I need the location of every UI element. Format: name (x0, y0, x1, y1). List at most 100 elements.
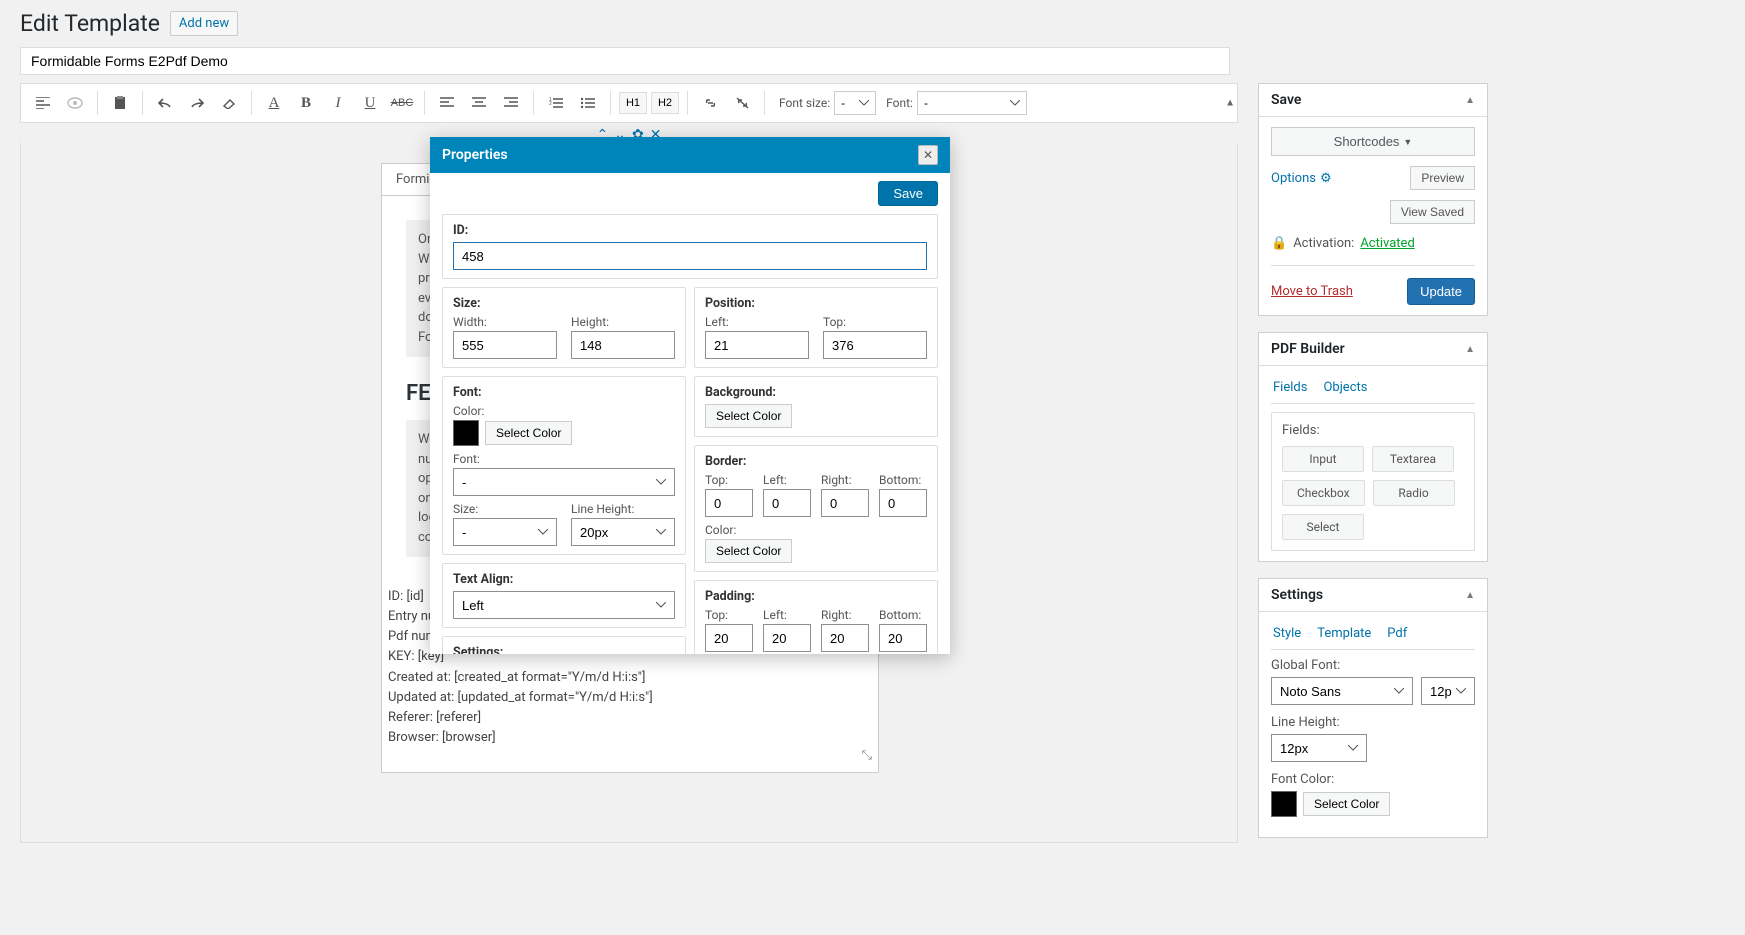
select-border-color-button[interactable]: Select Color (705, 539, 792, 563)
redo-icon[interactable] (183, 90, 211, 116)
underline-icon[interactable]: U (356, 90, 384, 116)
padding-right-input[interactable] (821, 624, 869, 652)
editor-toolbar: A B I U ABC 12 H1 H2 Font size: (20, 83, 1238, 123)
lock-icon: 🔒 (1271, 236, 1287, 251)
tab-objects[interactable]: Objects (1321, 376, 1369, 403)
settings-panel: Settings ▲ Style Template Pdf Global Fon… (1258, 578, 1488, 838)
line-height-label: Line Height: (1271, 715, 1475, 730)
height-input[interactable] (571, 331, 675, 359)
settings-group-label: Settings: (453, 645, 675, 654)
padding-left-input[interactable] (763, 624, 811, 652)
activation-label: Activation: (1293, 236, 1354, 251)
border-right-input[interactable] (821, 489, 869, 517)
global-font-size-select[interactable]: 12px (1421, 677, 1475, 705)
position-label: Position: (705, 296, 927, 311)
text-align-select[interactable]: Left (453, 591, 675, 619)
modal-save-button[interactable]: Save (878, 181, 938, 206)
select-font-color-button[interactable]: Select Color (485, 421, 572, 445)
text-align-label: Text Align: (453, 572, 675, 587)
font-color-swatch[interactable] (1271, 791, 1297, 817)
modal-title: Properties (442, 147, 508, 163)
padding-label: Padding: (705, 589, 927, 604)
ordered-list-icon[interactable]: 12 (542, 90, 570, 116)
width-input[interactable] (453, 331, 557, 359)
top-input[interactable] (823, 331, 927, 359)
panel-toggle-icon[interactable]: ▲ (1465, 590, 1475, 601)
modal-close-button[interactable]: ✕ (918, 145, 938, 165)
id-label: ID: (453, 223, 927, 238)
view-saved-button[interactable]: View Saved (1390, 200, 1475, 224)
border-bottom-input[interactable] (879, 489, 927, 517)
unordered-list-icon[interactable] (574, 90, 602, 116)
pdf-builder-panel: PDF Builder ▲ Fields Objects Fields: Inp… (1258, 332, 1488, 562)
h2-button[interactable]: H2 (651, 92, 679, 114)
template-title-input[interactable] (20, 47, 1230, 75)
padding-top-input[interactable] (705, 624, 753, 652)
move-to-trash-link[interactable]: Move to Trash (1271, 284, 1353, 299)
font-family-select[interactable]: - (453, 468, 675, 496)
size-label: Size: (453, 296, 675, 311)
font-color-swatch[interactable] (453, 420, 479, 446)
add-new-button[interactable]: Add new (170, 11, 238, 36)
line-height-select[interactable]: 20px (571, 518, 675, 546)
unlink-icon[interactable] (728, 90, 756, 116)
field-pill-select[interactable]: Select (1282, 514, 1364, 540)
link-icon[interactable] (696, 90, 724, 116)
eraser-icon[interactable] (215, 90, 243, 116)
h1-button[interactable]: H1 (619, 92, 647, 114)
save-panel-title: Save (1271, 92, 1301, 108)
save-panel: Save ▲ Shortcodes ▼ Options ⚙ Preview Vi… (1258, 83, 1488, 316)
font-size-select[interactable]: - (453, 518, 557, 546)
justify-left-icon[interactable] (433, 90, 461, 116)
align-left-icon[interactable] (29, 90, 57, 116)
field-pill-radio[interactable]: Radio (1373, 480, 1455, 506)
undo-icon[interactable] (151, 90, 179, 116)
select-color-button[interactable]: Select Color (1303, 792, 1390, 816)
global-font-label: Global Font: (1271, 658, 1475, 673)
border-top-input[interactable] (705, 489, 753, 517)
builder-panel-title: PDF Builder (1271, 341, 1345, 357)
font-size-label: Font size: (779, 96, 830, 110)
global-font-select[interactable]: Noto Sans (1271, 677, 1413, 705)
padding-bottom-input[interactable] (879, 624, 927, 652)
options-link[interactable]: Options ⚙ (1271, 171, 1332, 186)
field-pill-textarea[interactable]: Textarea (1372, 446, 1454, 472)
italic-icon[interactable]: I (324, 90, 352, 116)
paste-icon[interactable] (106, 90, 134, 116)
scroll-up-icon[interactable]: ▲ (1225, 98, 1235, 109)
gear-icon: ⚙ (1320, 171, 1332, 186)
left-input[interactable] (705, 331, 809, 359)
tab-pdf[interactable]: Pdf (1385, 622, 1409, 649)
activation-status-link[interactable]: Activated (1360, 236, 1414, 251)
preview-button[interactable]: Preview (1410, 166, 1475, 190)
line-height-select[interactable]: 12px (1271, 734, 1367, 762)
justify-right-icon[interactable] (497, 90, 525, 116)
font-size-select[interactable]: - (834, 91, 876, 115)
background-label: Background: (705, 385, 927, 400)
text-color-icon[interactable]: A (260, 90, 288, 116)
page-title: Edit Template (20, 10, 160, 37)
resize-handle-icon[interactable]: ⤡ (862, 746, 872, 766)
id-input[interactable] (453, 242, 927, 270)
field-pill-checkbox[interactable]: Checkbox (1282, 480, 1365, 506)
justify-center-icon[interactable] (465, 90, 493, 116)
tab-style[interactable]: Style (1271, 622, 1303, 649)
border-label: Border: (705, 454, 927, 469)
select-bg-color-button[interactable]: Select Color (705, 404, 792, 428)
visibility-icon[interactable] (61, 90, 89, 116)
update-button[interactable]: Update (1407, 278, 1475, 305)
panel-toggle-icon[interactable]: ▲ (1465, 344, 1475, 355)
border-left-input[interactable] (763, 489, 811, 517)
font-family-select[interactable]: - (917, 91, 1027, 115)
bold-icon[interactable]: B (292, 90, 320, 116)
field-pill-input[interactable]: Input (1282, 446, 1364, 472)
panel-toggle-icon[interactable]: ▲ (1465, 95, 1475, 106)
tab-template[interactable]: Template (1315, 622, 1373, 649)
font-color-label: Font Color: (1271, 772, 1475, 787)
strikethrough-icon[interactable]: ABC (388, 90, 416, 116)
tab-fields[interactable]: Fields (1271, 376, 1309, 403)
shortcodes-button[interactable]: Shortcodes ▼ (1271, 127, 1475, 156)
fields-label: Fields: (1282, 423, 1464, 438)
font-label: Font: (886, 96, 913, 110)
properties-modal: Properties ✕ Save ID: Size: Width: (430, 137, 950, 654)
